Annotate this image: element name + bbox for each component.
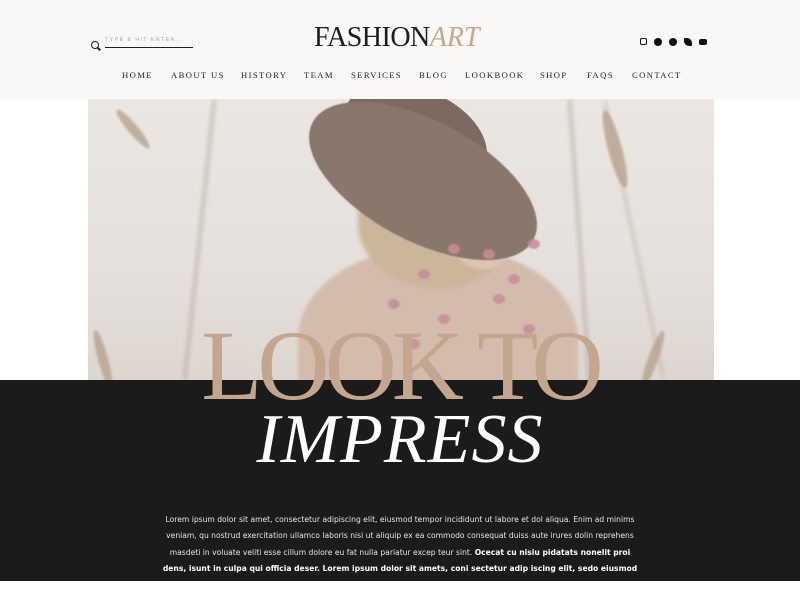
logo-primary-text: FASHION [314,22,430,53]
nav-services[interactable]: SERVICES [351,70,402,80]
instagram-icon[interactable] [640,38,647,45]
logo-accent-text: ART [429,22,480,53]
search-bar [91,33,193,49]
nav-about-us[interactable]: ABOUT US [171,70,225,80]
social-links [640,38,707,46]
nav-history[interactable]: HISTORY [241,70,287,80]
nav-blog[interactable]: BLOG [419,70,448,80]
search-input[interactable] [105,33,193,48]
nav-shop[interactable]: SHOP [540,70,568,80]
youtube-icon[interactable] [699,39,707,45]
twitter-icon[interactable] [684,38,692,46]
nav-team[interactable]: TEAM [304,70,334,80]
site-header: FASHIONART HOME ABOUT US HISTORY TEAM SE… [0,0,800,99]
nav-home[interactable]: HOME [122,70,153,80]
nav-faqs[interactable]: FAQS [587,70,614,80]
hero-title-line2: IMPRESS [256,401,544,478]
facebook-icon[interactable] [669,38,677,46]
intro-paragraph: Lorem ipsum dolor sit amet, consectetur … [160,512,640,595]
nav-contact[interactable]: CONTACT [632,70,682,80]
search-icon[interactable] [91,41,99,49]
pinterest-icon[interactable] [654,38,662,46]
site-logo[interactable]: FASHIONART [314,22,488,56]
nav-lookbook[interactable]: LOOKBOOK [465,70,524,80]
